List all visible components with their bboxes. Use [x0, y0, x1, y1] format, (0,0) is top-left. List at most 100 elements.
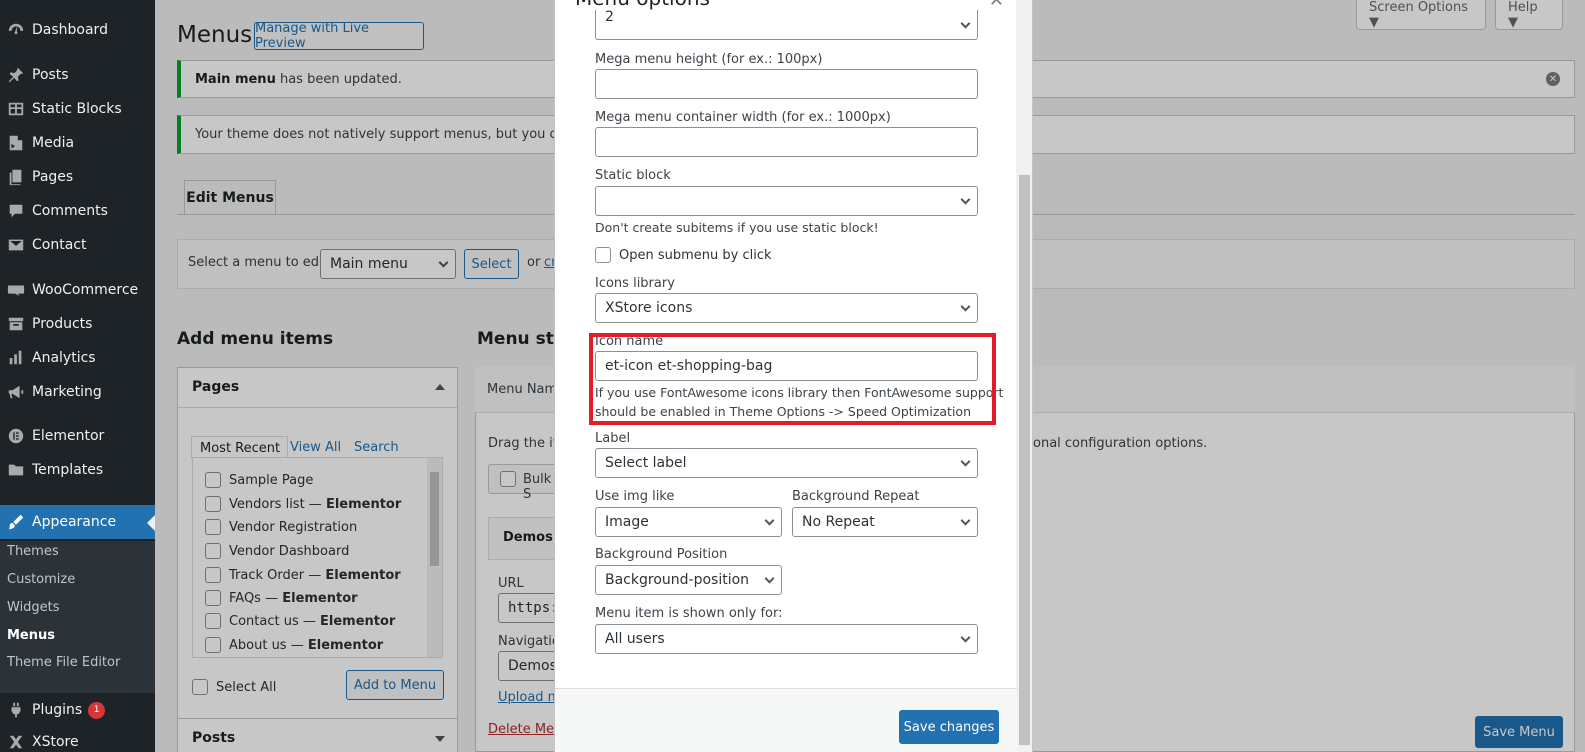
sidebar-item-pages[interactable]: Pages [0, 162, 155, 192]
sidebar-item-elementor[interactable]: Elementor [0, 421, 155, 451]
sidebar-item-plugins[interactable]: Plugins 1 [0, 695, 155, 725]
sidebar-item-marketing[interactable]: Marketing [0, 377, 155, 407]
bg-repeat-value: No Repeat [802, 514, 875, 530]
mega-width-input[interactable] [595, 127, 978, 157]
sidebar-item-label: Posts [32, 67, 69, 83]
pages-icon [6, 167, 26, 187]
sidebar-item-label: Contact [32, 237, 87, 253]
sidebar-item-comments[interactable]: Comments [0, 196, 155, 226]
label-field-label: Label [595, 431, 631, 446]
sidebar-item-xstore[interactable]: XStore [0, 727, 155, 752]
submenu-item-menus[interactable]: Menus [7, 628, 55, 643]
submenu-item-theme-file-editor[interactable]: Theme File Editor [7, 655, 120, 670]
icons-library-value: XStore icons [605, 300, 693, 316]
sidebar-item-label: Analytics [32, 350, 96, 366]
sidebar-item-label: Media [32, 135, 75, 151]
bg-repeat-select[interactable]: No Repeat [792, 507, 978, 537]
dashboard-icon [6, 20, 26, 40]
sidebar-item-label: Static Blocks [32, 101, 122, 117]
sidebar-item-posts[interactable]: Posts [0, 60, 155, 90]
static-block-select[interactable] [595, 186, 978, 216]
open-submenu-label: Open submenu by click [619, 247, 772, 263]
mega-height-label: Mega menu height (for ex.: 100px) [595, 52, 823, 67]
sidebar-item-analytics[interactable]: Analytics [0, 343, 155, 373]
folder-icon [6, 460, 26, 480]
chevron-down-icon [764, 573, 775, 584]
sidebar-item-media[interactable]: Media [0, 128, 155, 158]
shown-for-label: Menu item is shown only for: [595, 606, 783, 621]
static-block-help: Don't create subitems if you use static … [595, 220, 879, 235]
static-block-label: Static block [595, 168, 671, 183]
img-like-label: Use img like [595, 489, 675, 504]
sidebar-item-label: WooCommerce [32, 282, 139, 298]
plugin-icon [6, 700, 26, 720]
media-icon [6, 133, 26, 153]
sidebar-item-label: Comments [32, 203, 108, 219]
sidebar-item-label: Products [32, 316, 93, 332]
mail-icon [6, 235, 26, 255]
chevron-down-icon [764, 515, 775, 526]
sidebar-item-label: Appearance [32, 514, 117, 530]
submenu-item-themes[interactable]: Themes [7, 544, 59, 559]
sidebar-item-label: XStore [32, 734, 79, 750]
update-count-badge: 1 [88, 701, 106, 719]
chevron-down-icon [960, 632, 971, 643]
brush-icon [6, 512, 26, 532]
bar-chart-icon [6, 348, 26, 368]
comment-icon [6, 201, 26, 221]
pin-icon [6, 65, 26, 85]
open-submenu-option[interactable]: Open submenu by click [595, 247, 772, 263]
modal-scrollbar-thumb[interactable] [1019, 175, 1030, 745]
appearance-submenu: Themes Customize Widgets Menus Theme Fil… [0, 541, 155, 693]
chevron-down-icon [960, 301, 971, 312]
label-select-value: Select label [605, 455, 687, 471]
submenu-item-widgets[interactable]: Widgets [7, 600, 60, 615]
sidebar-item-static-blocks[interactable]: Static Blocks [0, 94, 155, 124]
icons-library-select[interactable]: XStore icons [595, 293, 978, 323]
sidebar-item-templates[interactable]: Templates [0, 455, 155, 485]
highlight-box [589, 333, 996, 425]
sidebar-item-label: Elementor [32, 428, 105, 444]
bg-position-select[interactable]: Background-position [595, 565, 782, 595]
megaphone-icon [6, 382, 26, 402]
bg-position-label: Background Position [595, 547, 728, 562]
sidebar-item-label: Marketing [32, 384, 102, 400]
sidebar-item-label: Plugins [32, 702, 83, 718]
xstore-icon [6, 732, 26, 752]
mega-width-label: Mega menu container width (for ex.: 1000… [595, 110, 891, 125]
elementor-icon [6, 426, 26, 446]
chevron-down-icon [960, 194, 971, 205]
admin-sidebar: Dashboard Posts Static Blocks Media Page… [0, 0, 155, 752]
bg-position-value: Background-position [605, 572, 750, 588]
woo-icon [6, 280, 26, 300]
bg-repeat-label: Background Repeat [792, 489, 920, 504]
chevron-down-icon [960, 456, 971, 467]
sidebar-item-label: Templates [32, 462, 104, 478]
active-indicator [147, 515, 155, 531]
table-icon [6, 99, 26, 119]
chevron-down-icon [960, 515, 971, 526]
modal-title: Menu options [555, 0, 1032, 10]
top-select-value: 2 [605, 8, 614, 25]
img-like-select[interactable]: Image [595, 507, 782, 537]
top-select[interactable]: 2 [595, 8, 978, 40]
shown-for-value: All users [605, 631, 665, 647]
sidebar-item-dashboard[interactable]: Dashboard [0, 15, 155, 45]
checkbox[interactable] [595, 247, 611, 263]
sidebar-item-label: Dashboard [32, 22, 108, 38]
sidebar-item-appearance[interactable]: Appearance [0, 505, 155, 539]
icons-library-label: Icons library [595, 276, 675, 291]
sidebar-item-woocommerce[interactable]: WooCommerce [0, 275, 155, 305]
save-changes-button[interactable]: Save changes [899, 710, 999, 744]
submenu-item-customize[interactable]: Customize [7, 572, 75, 587]
sidebar-item-label: Pages [32, 169, 74, 185]
sidebar-item-contact[interactable]: Contact [0, 230, 155, 260]
label-select[interactable]: Select label [595, 448, 978, 478]
close-icon[interactable]: ✕ [989, 0, 1004, 11]
mega-height-input[interactable] [595, 69, 978, 99]
chevron-down-icon [960, 18, 971, 29]
archive-icon [6, 314, 26, 334]
sidebar-item-products[interactable]: Products [0, 309, 155, 339]
img-like-value: Image [605, 514, 649, 530]
shown-for-select[interactable]: All users [595, 624, 978, 654]
